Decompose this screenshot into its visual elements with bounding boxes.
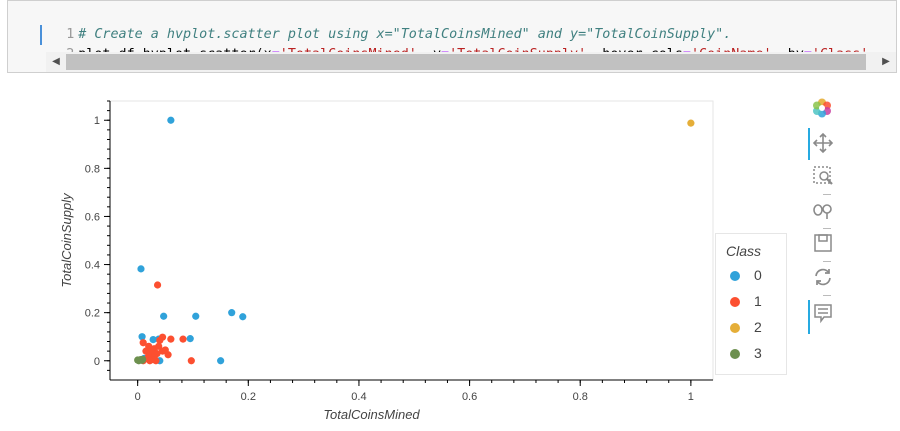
data-point-class-0[interactable] [239, 313, 247, 321]
plot-toolbar [806, 95, 846, 345]
data-point-class-0[interactable] [138, 333, 146, 341]
legend-dot [730, 323, 740, 333]
pan-active-indicator [808, 128, 810, 160]
toolbar-separator [823, 295, 831, 296]
y-tick-label: 0.2 [85, 308, 100, 320]
data-point-class-0[interactable] [186, 335, 194, 343]
pan-icon[interactable] [812, 132, 842, 158]
legend-dot [730, 297, 740, 307]
data-point-class-3[interactable] [139, 355, 147, 363]
x-tick-label: 0.8 [573, 391, 588, 403]
plot-frame [109, 100, 714, 381]
data-point-class-0[interactable] [167, 116, 175, 124]
scroll-right-arrow-icon[interactable]: ▶ [876, 52, 896, 72]
save-icon[interactable] [812, 232, 842, 258]
data-point-class-0[interactable] [160, 312, 168, 320]
toolbar-separator [823, 228, 831, 229]
y-axis-label: TotalCoinSupply [59, 192, 74, 288]
hover-active-indicator [808, 300, 810, 334]
data-point-class-1[interactable] [155, 342, 163, 350]
data-point-class-1[interactable] [167, 335, 175, 343]
data-point-class-2[interactable] [687, 119, 695, 127]
data-point-class-0[interactable] [217, 357, 225, 365]
data-point-class-1[interactable] [179, 335, 187, 343]
x-tick-label: 0.6 [462, 391, 477, 403]
code-line-2[interactable]: 2plot_df.hvplot.scatter(x='TotalCoinsMin… [8, 25, 868, 62]
x-tick-label: 0.4 [351, 391, 366, 403]
legend-title: Class [726, 243, 762, 259]
toolbar-separator [823, 194, 831, 195]
y-tick-label: 0.6 [85, 211, 100, 223]
wheel-zoom-icon[interactable] [812, 199, 842, 225]
legend-label: 1 [754, 293, 762, 309]
data-point-class-1[interactable] [156, 336, 164, 344]
y-tick-label: 0.4 [85, 260, 100, 272]
scroll-left-arrow-icon[interactable]: ◀ [46, 52, 66, 72]
bokeh-logo-icon[interactable] [812, 98, 842, 124]
data-point-class-1[interactable] [153, 281, 162, 289]
scrollbar-thumb[interactable] [66, 54, 866, 70]
box-zoom-icon[interactable] [812, 165, 842, 191]
x-axis-label: TotalCoinsMined [323, 407, 420, 422]
legend-dot [730, 349, 740, 359]
legend-dot [730, 271, 740, 281]
code-cell[interactable]: 1 # Create a hvplot.scatter plot using x=… [7, 0, 897, 73]
data-point-class-0[interactable] [192, 312, 200, 320]
data-point-class-1[interactable] [187, 357, 195, 365]
data-point-class-0[interactable] [228, 309, 236, 317]
data-point-class-1[interactable] [146, 357, 154, 365]
toolbar-separator [823, 261, 831, 262]
legend-label: 0 [754, 267, 762, 283]
hover-icon[interactable] [812, 302, 842, 328]
horizontal-scrollbar[interactable]: ◀ ▶ [46, 52, 896, 72]
legend-label: 2 [754, 319, 762, 335]
reset-icon[interactable] [812, 266, 842, 292]
x-tick-label: 0.2 [241, 391, 256, 403]
y-tick-label: 0.8 [85, 163, 100, 175]
legend[interactable]: Class 0 1 2 3 [715, 233, 787, 375]
line-gutter [40, 45, 42, 65]
code-line-1[interactable]: 1 # Create a hvplot.scatter plot using x=… [8, 5, 731, 45]
x-tick-label: 0 [135, 391, 141, 403]
y-tick-label: 0 [94, 356, 100, 368]
data-point-class-1[interactable] [161, 346, 169, 354]
x-tick-label: 1 [688, 391, 694, 403]
legend-label: 3 [754, 345, 762, 361]
y-tick-label: 1 [94, 115, 100, 127]
data-point-class-0[interactable] [137, 265, 145, 273]
